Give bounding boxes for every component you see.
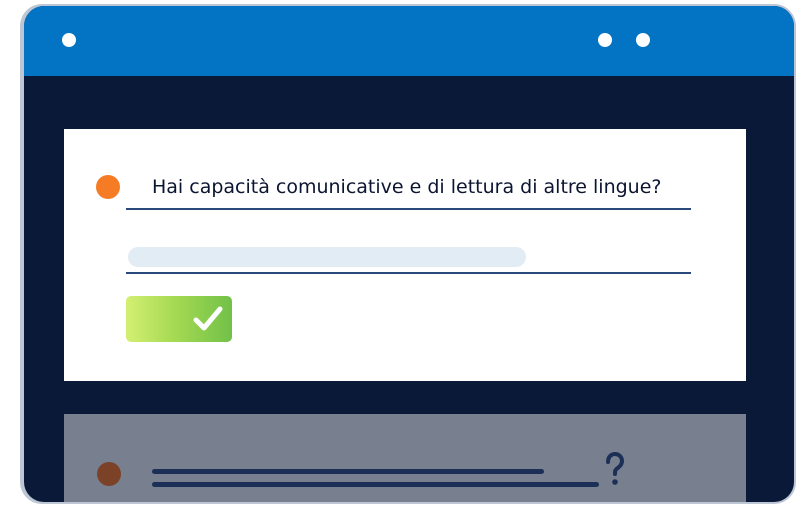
window-dot-icon [598, 33, 612, 47]
check-icon [193, 306, 223, 331]
question-card: Hai capacità comunicative e di lettura d… [64, 129, 746, 381]
question-text: Hai capacità comunicative e di lettura d… [152, 176, 662, 198]
bullet-dot-icon [96, 175, 120, 199]
title-bar [24, 6, 794, 76]
window-dot-icon [62, 33, 76, 47]
confirm-button[interactable] [126, 296, 232, 342]
question-mark-icon [606, 452, 625, 485]
window-dot-icon [636, 33, 650, 47]
answer-input[interactable] [128, 247, 526, 267]
placeholder-text-line [152, 469, 544, 474]
bullet-dot-icon [97, 462, 121, 486]
app-window: Hai capacità comunicative e di lettura d… [24, 6, 794, 502]
placeholder-text-line [152, 482, 599, 487]
answer-underline [126, 272, 691, 274]
next-question-card [64, 414, 746, 502]
question-underline [126, 208, 691, 210]
